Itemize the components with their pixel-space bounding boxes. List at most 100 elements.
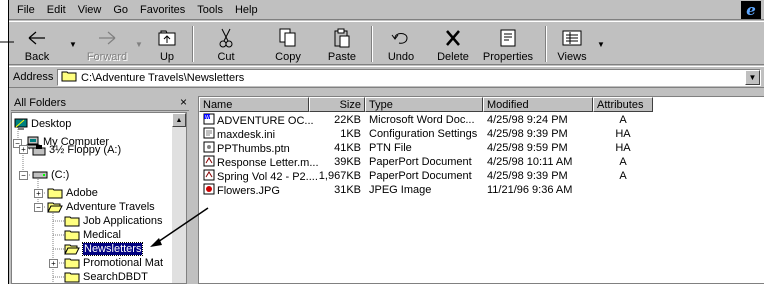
views-button[interactable]: Views	[555, 25, 589, 63]
tree-item-label: Job Applications	[83, 215, 163, 227]
folder-icon	[64, 229, 80, 241]
back-button[interactable]: Back	[19, 25, 55, 63]
toolbar-separator	[545, 26, 547, 62]
folder-icon	[47, 187, 63, 199]
tree-item-label: SearchDBDT	[83, 271, 148, 283]
file-attributes: A	[619, 156, 627, 168]
tree-item-desktop[interactable]: Desktop	[14, 117, 71, 131]
menu-go[interactable]: Go	[113, 4, 128, 16]
paste-clipboard-icon	[333, 28, 351, 48]
column-header-attributes[interactable]: Attributes	[593, 97, 653, 112]
copy-label: Copy	[275, 51, 301, 63]
paste-button[interactable]: Paste	[325, 25, 359, 63]
expand-toggle-icon[interactable]: +	[34, 189, 43, 198]
menu-edit[interactable]: Edit	[47, 4, 66, 16]
expand-toggle-icon[interactable]: +	[19, 145, 28, 154]
address-label: Address	[13, 71, 54, 83]
expand-toggle-icon[interactable]: +	[49, 259, 58, 268]
file-name: Flowers.JPG	[217, 184, 280, 197]
menu-file[interactable]: File	[17, 4, 35, 16]
tree-item-promotional[interactable]: Promotional Mat	[64, 256, 163, 270]
tree-item-job-applications[interactable]: Job Applications	[64, 214, 163, 228]
properties-icon	[499, 28, 517, 48]
tree-item-label: Adventure Travels	[66, 201, 155, 213]
file-attributes	[593, 183, 653, 197]
menu-bar: File Edit View Go Favorites Tools Help e	[9, 0, 764, 20]
table-row[interactable]: maxdesk.ini 1KB Configuration Settings 4…	[199, 127, 764, 141]
tree-item-c-drive[interactable]: (C:)	[32, 168, 69, 182]
menu-help[interactable]: Help	[235, 4, 258, 16]
copy-button[interactable]: Copy	[271, 25, 305, 63]
tree-scrollbar[interactable]: ▲	[172, 113, 186, 283]
delete-x-icon	[444, 28, 462, 48]
properties-button[interactable]: Properties	[479, 25, 537, 63]
column-header-name[interactable]: Name	[199, 97, 309, 112]
pane-splitter[interactable]	[189, 95, 197, 284]
open-folder-icon	[64, 243, 80, 255]
table-row[interactable]: Response Letter.m... 39KB PaperPort Docu…	[199, 155, 764, 169]
forward-label: Forward	[86, 51, 128, 63]
file-list: Name Size Type Modified Attributes W ADVE…	[198, 96, 764, 284]
up-label: Up	[159, 51, 175, 63]
file-modified: 4/25/98 9:24 PM	[487, 114, 568, 126]
explorer-window: File Edit View Go Favorites Tools Help e…	[8, 0, 764, 284]
back-dropdown-icon[interactable]: ▼	[69, 40, 77, 49]
floppy-drive-icon	[32, 144, 46, 156]
up-button[interactable]: Up	[152, 25, 182, 63]
tree-item-adobe[interactable]: Adobe	[47, 186, 98, 200]
file-size: 1KB	[340, 128, 361, 140]
tree-item-newsletters[interactable]: Newsletters	[64, 242, 144, 256]
address-value: C:\Adventure Travels\Newsletters	[81, 71, 245, 84]
tree-item-medical[interactable]: Medical	[64, 228, 121, 242]
column-header-type[interactable]: Type	[365, 97, 483, 112]
collapse-toggle-icon[interactable]: −	[34, 203, 43, 212]
back-label: Back	[24, 51, 50, 63]
file-size: 22KB	[334, 114, 361, 126]
tree-item-label: Desktop	[31, 118, 72, 130]
menu-tools[interactable]: Tools	[197, 4, 223, 16]
undo-button[interactable]: Undo	[381, 25, 421, 63]
address-input[interactable]: C:\Adventure Travels\Newsletters ▼	[57, 69, 761, 86]
table-row[interactable]: PPThumbs.ptn 41KB PTN File 4/25/98 9:59 …	[199, 141, 764, 155]
tree-item-label: 3½ Floppy (A:)	[49, 144, 122, 156]
menu-view[interactable]: View	[78, 4, 102, 16]
file-size: 1,967KB	[318, 170, 361, 182]
tree-item-searchdbdt[interactable]: SearchDBDT	[64, 270, 148, 283]
tree-item-floppy[interactable]: 3½ Floppy (A:)	[32, 143, 121, 157]
cut-button[interactable]: Cut	[211, 25, 241, 63]
folders-pane-header: All Folders ×	[11, 95, 189, 111]
table-row[interactable]: Spring Vol 42 - P2.... 1,967KB PaperPort…	[199, 169, 764, 183]
tree-item-adventure-travels[interactable]: Adventure Travels	[47, 200, 155, 214]
address-dropdown-icon[interactable]: ▼	[745, 70, 760, 85]
close-icon[interactable]: ×	[180, 95, 187, 109]
file-modified: 4/25/98 9:39 PM	[487, 170, 568, 182]
tree-item-label: Promotional Mat	[83, 257, 164, 269]
delete-button[interactable]: Delete	[433, 25, 473, 63]
table-row[interactable]: Flowers.JPG 31KB JPEG Image 11/21/96 9:3…	[199, 183, 764, 197]
column-header-modified[interactable]: Modified	[483, 97, 593, 112]
folders-title: All Folders	[14, 96, 66, 109]
collapse-toggle-icon[interactable]: −	[19, 171, 28, 180]
toolbar-separator	[371, 26, 373, 62]
file-attributes: A	[619, 114, 627, 126]
views-icon	[562, 28, 582, 48]
file-type: Configuration Settings	[369, 128, 478, 140]
file-name: maxdesk.ini	[217, 128, 276, 141]
file-type: PaperPort Document	[369, 170, 472, 182]
forward-button[interactable]: Forward	[85, 25, 129, 63]
views-dropdown-icon[interactable]: ▼	[597, 40, 605, 49]
file-modified: 4/25/98 10:11 AM	[487, 156, 573, 168]
file-type: JPEG Image	[369, 184, 432, 196]
menu-favorites[interactable]: Favorites	[140, 4, 185, 16]
scroll-up-icon[interactable]: ▲	[172, 113, 186, 127]
file-name: Spring Vol 42 - P2....	[217, 170, 318, 183]
paste-label: Paste	[327, 51, 357, 63]
file-size: 31KB	[334, 184, 361, 196]
column-header-size[interactable]: Size	[309, 97, 365, 112]
forward-dropdown-icon[interactable]: ▼	[135, 40, 143, 49]
table-row[interactable]: W ADVENTURE OC... 22KB Microsoft Word Doc…	[199, 113, 764, 127]
file-name-cell: Spring Vol 42 - P2....	[203, 169, 318, 183]
toolbar: Back ▼ Forward ▼ Up Cut Copy Paste Undo …	[9, 21, 764, 65]
svg-text:W: W	[205, 115, 210, 121]
file-type: Microsoft Word Doc...	[369, 114, 475, 126]
